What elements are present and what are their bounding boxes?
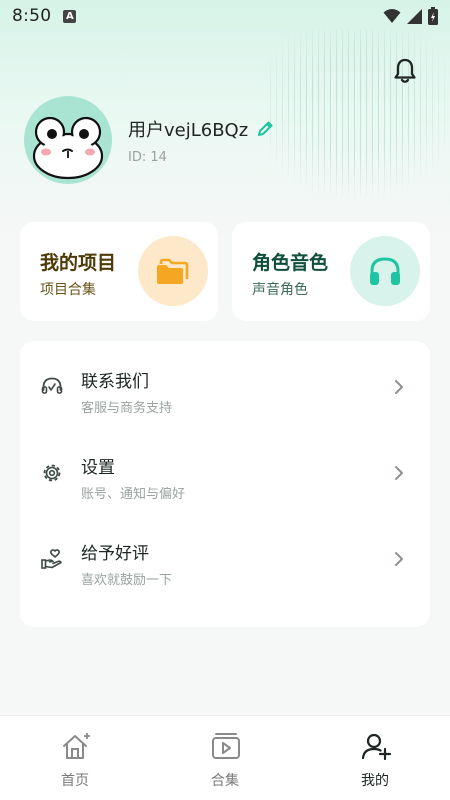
pencil-icon[interactable]: [256, 120, 274, 138]
battery-icon: [428, 7, 438, 25]
menu-subtitle: 喜欢就鼓励一下: [81, 573, 173, 588]
folder-icon: [157, 258, 189, 284]
signal-icon: [407, 8, 422, 24]
video-collection-icon: [212, 733, 240, 759]
card-subtitle: 声音角色: [252, 282, 308, 298]
frog-avatar[interactable]: [24, 96, 112, 184]
nav-label: 合集: [211, 773, 239, 789]
card-icon-circle: [138, 236, 208, 306]
menu-title: 给予好评: [81, 544, 149, 564]
decorative-lines: [270, 30, 450, 200]
settings-menu: 联系我们 客服与商务支持 设置 账号、通知与偏好 给予好评 喜欢就鼓励一下: [20, 341, 430, 627]
user-plus-icon: [361, 733, 392, 761]
menu-subtitle: 账号、通知与偏好: [81, 487, 186, 502]
menu-title: 设置: [81, 458, 115, 478]
username-row: 用户vejL6BQz: [128, 116, 274, 142]
wifi-icon: [383, 9, 401, 23]
nav-label: 我的: [361, 773, 389, 789]
chevron-right-icon: [395, 552, 403, 566]
headset-icon: [41, 377, 63, 394]
nav-collections[interactable]: 合集: [150, 716, 300, 800]
hand-heart-icon: [41, 549, 62, 569]
nav-mine[interactable]: 我的: [300, 716, 450, 800]
user-id: ID: 14: [128, 150, 167, 165]
menu-item-settings[interactable]: 设置 账号、通知与偏好: [20, 431, 430, 511]
home-plus-icon: [63, 733, 90, 759]
card-subtitle: 项目合集: [40, 282, 96, 298]
status-bar: 8:50 A: [0, 0, 450, 32]
menu-item-contact[interactable]: 联系我们 客服与商务支持: [20, 345, 430, 425]
card-title: 我的项目: [40, 252, 117, 274]
status-icons: [383, 7, 438, 25]
my-projects-card[interactable]: 我的项目 项目合集: [20, 222, 218, 321]
card-title: 角色音色: [252, 252, 329, 274]
gear-icon: [43, 464, 61, 482]
character-voices-card[interactable]: 角色音色 声音角色: [232, 222, 430, 321]
bottom-navigation: 首页 合集 我的: [0, 715, 450, 800]
nav-home[interactable]: 首页: [0, 716, 150, 800]
nav-label: 首页: [61, 773, 89, 789]
username: 用户vejL6BQz: [128, 120, 249, 141]
chevron-right-icon: [395, 466, 403, 480]
status-time: 8:50: [12, 6, 52, 26]
bell-icon[interactable]: [391, 57, 419, 85]
a-letter-icon: A: [63, 9, 77, 23]
menu-item-rate[interactable]: 给予好评 喜欢就鼓励一下: [20, 517, 430, 597]
menu-subtitle: 客服与商务支持: [81, 401, 173, 416]
chevron-right-icon: [395, 380, 403, 394]
headphones-icon: [370, 257, 400, 285]
card-icon-circle: [350, 236, 420, 306]
menu-title: 联系我们: [81, 372, 149, 392]
